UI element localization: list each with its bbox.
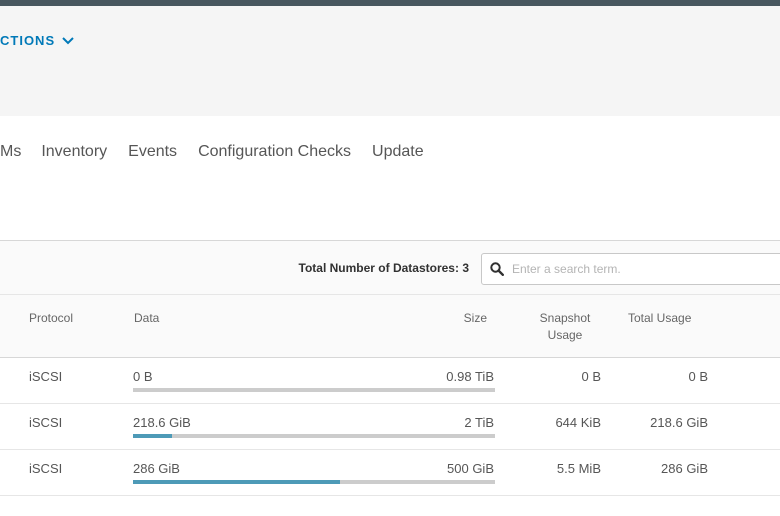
usage-bar-track: [133, 480, 495, 484]
search-icon: [490, 262, 504, 276]
cell-size: 500 GiB: [447, 461, 494, 476]
header-band: [0, 6, 780, 116]
cell-data: 0 B: [133, 369, 153, 384]
cell-total-usage: 0 B: [688, 369, 708, 384]
usage-bar-track: [133, 388, 495, 392]
tab-update[interactable]: Update: [372, 143, 424, 163]
cell-data: 286 GiB: [133, 461, 180, 476]
snapshot-header-line1: Snapshot: [539, 311, 591, 325]
search-box[interactable]: [481, 253, 780, 285]
cell-snapshot-usage: 644 KiB: [555, 415, 601, 430]
cell-protocol: iSCSI: [29, 369, 63, 384]
table-row[interactable]: iSCSI 286 GiB 500 GiB 5.5 MiB 286 GiB: [0, 450, 780, 496]
grid-toolbar: Total Number of Datastores: 3: [0, 240, 780, 295]
datastore-grid-header: Protocol Data Size Snapshot Usage Total …: [0, 295, 780, 358]
cell-size: 2 TiB: [464, 415, 494, 430]
search-input[interactable]: [512, 262, 772, 276]
usage-bar-fill: [133, 480, 341, 484]
actions-menu-button[interactable]: CTIONS: [0, 33, 74, 48]
table-row[interactable]: iSCSI 0 B 0.98 TiB 0 B 0 B: [0, 358, 780, 404]
total-datastores-count: Total Number of Datastores: 3: [298, 261, 469, 275]
tab-events[interactable]: Events: [128, 143, 177, 163]
column-header-data[interactable]: Data: [134, 310, 159, 327]
usage-bar-fill: [133, 434, 172, 438]
column-header-size[interactable]: Size: [464, 310, 487, 327]
tab-inventory[interactable]: Inventory: [41, 143, 107, 163]
actions-label: CTIONS: [0, 33, 56, 48]
cell-size: 0.98 TiB: [446, 369, 494, 384]
tab-bar: Ms Inventory Events Configuration Checks…: [0, 143, 424, 163]
chevron-down-icon: [62, 36, 74, 44]
cell-data: 218.6 GiB: [133, 415, 191, 430]
table-row[interactable]: iSCSI 218.6 GiB 2 TiB 644 KiB 218.6 GiB: [0, 404, 780, 450]
tab-vms[interactable]: Ms: [0, 143, 21, 163]
column-header-protocol[interactable]: Protocol: [29, 310, 73, 327]
column-header-total-usage[interactable]: Total Usage: [628, 310, 691, 327]
tab-configuration-checks[interactable]: Configuration Checks: [198, 143, 351, 163]
column-header-snapshot-usage[interactable]: Snapshot Usage: [530, 310, 600, 344]
cell-protocol: iSCSI: [29, 415, 63, 430]
cell-protocol: iSCSI: [29, 461, 63, 476]
cell-total-usage: 218.6 GiB: [650, 415, 708, 430]
cell-snapshot-usage: 5.5 MiB: [556, 461, 601, 476]
usage-bar-track: [133, 434, 495, 438]
snapshot-header-line2: Usage: [547, 328, 583, 342]
cell-total-usage: 286 GiB: [661, 461, 708, 476]
cell-snapshot-usage: 0 B: [581, 369, 601, 384]
